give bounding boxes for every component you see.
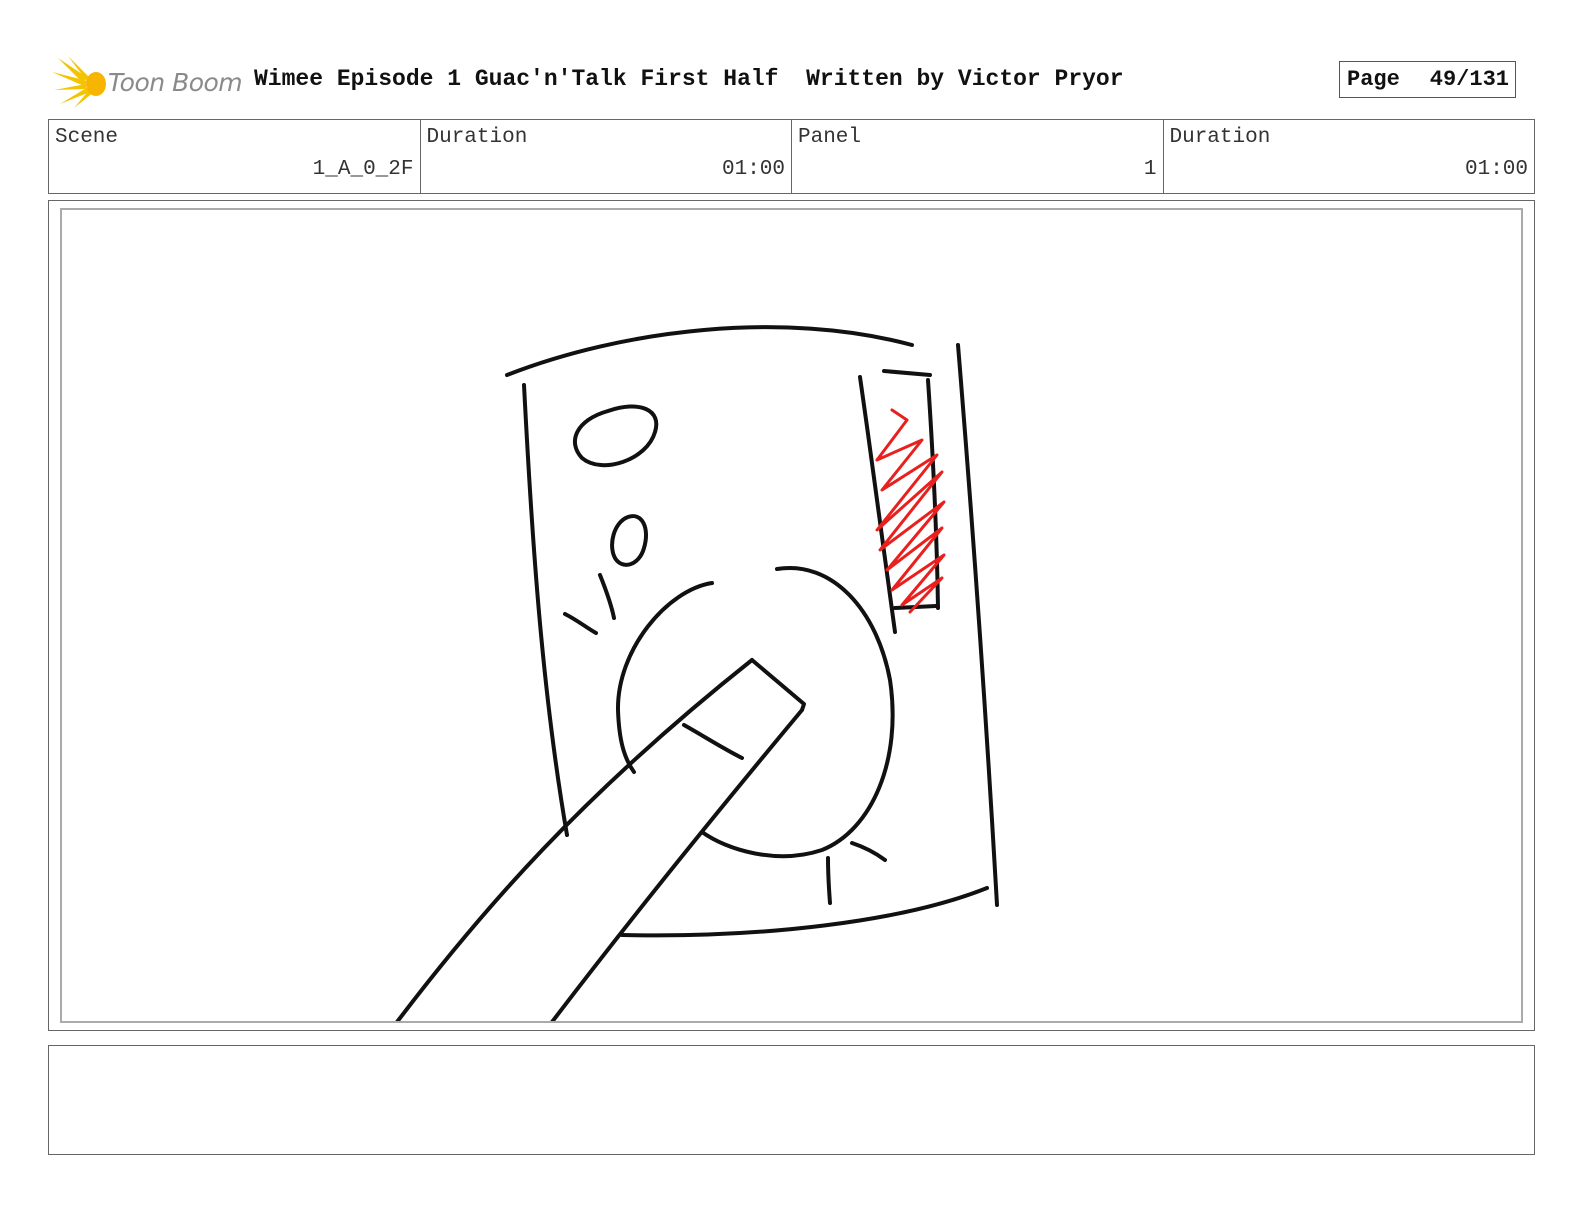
logo-text: Toon Boom: [108, 68, 243, 97]
page-indicator: Page 49/131: [1339, 61, 1516, 98]
device-top-edge: [505, 325, 914, 377]
toon-boom-burst-icon: [52, 56, 106, 108]
tick-mark-1: [598, 573, 616, 620]
scene-cell: Scene 1_A_0_2F: [49, 120, 421, 193]
info-table: Scene 1_A_0_2F Duration 01:00 Panel 1 Du…: [48, 119, 1535, 194]
storyboard-panel: [60, 208, 1523, 1023]
button-circle-right: [700, 565, 895, 859]
page-number: 49/131: [1429, 67, 1509, 92]
tick-mark-2: [563, 612, 598, 635]
slot-left: [858, 375, 897, 634]
panel-value: 1: [1143, 158, 1157, 181]
scene-duration-label: Duration: [426, 126, 528, 149]
scene-value: 1_A_0_2F: [312, 158, 414, 181]
device-bottom-edge: [620, 886, 989, 938]
document-title: Wimee Episode 1 Guac'n'Talk First Half W…: [254, 66, 1124, 92]
panel-duration-value: 01:00: [1464, 158, 1528, 181]
page-label: Page: [1347, 67, 1400, 92]
slot-top: [882, 369, 932, 377]
panel-notes: [48, 1045, 1535, 1155]
storyboard-panel-frame: [48, 200, 1535, 1031]
button-circle: [615, 581, 714, 774]
panel-duration-label: Duration: [1169, 126, 1271, 149]
tick-mark-3: [826, 856, 832, 905]
upper-oval: [572, 404, 659, 468]
page-header: Toon Boom Wimee Episode 1 Guac'n'Talk Fi…: [48, 52, 1535, 108]
small-oval: [610, 514, 648, 567]
device-left-edge: [522, 383, 569, 837]
panel-sketch: [395, 325, 999, 1021]
scene-duration-cell: Duration 01:00: [421, 120, 792, 193]
finger-tip: [750, 658, 806, 712]
tick-mark-4: [850, 841, 887, 862]
scene-label: Scene: [55, 126, 119, 149]
fingernail: [682, 723, 744, 760]
device-right-edge: [956, 343, 999, 907]
panel-label: Panel: [798, 126, 862, 149]
toon-boom-logo: Toon Boom: [52, 56, 252, 108]
scene-duration-value: 01:00: [721, 158, 785, 181]
panel-duration-cell: Duration 01:00: [1164, 120, 1535, 193]
finger-right: [550, 708, 804, 1021]
finger-left: [395, 658, 754, 1021]
panel-cell: Panel 1: [792, 120, 1164, 193]
